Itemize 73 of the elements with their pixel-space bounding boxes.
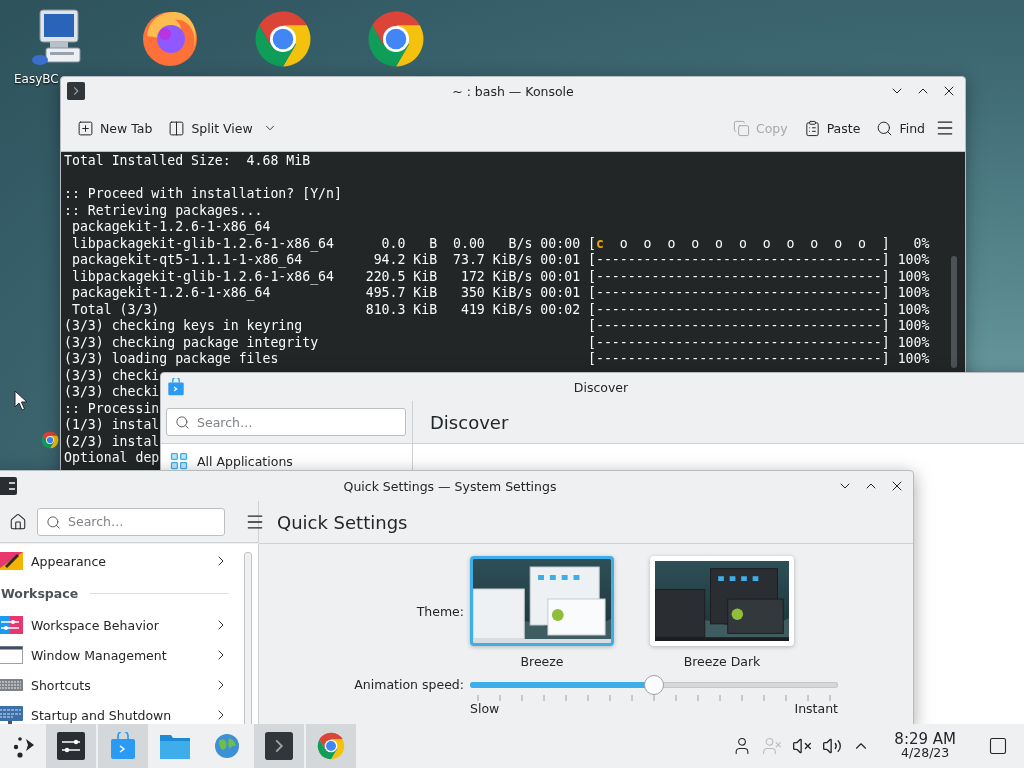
terminal-line: Total Installed Size: 4.68 MiB: [64, 153, 311, 170]
theme-name: Breeze: [520, 654, 564, 669]
terminal-line: Optional dep: [64, 450, 160, 467]
terminal-line: libpackagekit-glib-1.2.6-1-x86_64 0.0 B 0.00 B/s 00:00 [c o o o o o o o o o o o ] 0%: [70, 235, 930, 252]
monitor-icon: [0, 704, 23, 726]
slider-max-label: Instant: [794, 702, 838, 716]
search-icon: [175, 415, 190, 430]
mouse-pointer-icon: [14, 390, 30, 412]
clock-time: 8:29 AM: [894, 732, 956, 748]
theme-name: Breeze Dark: [683, 654, 761, 669]
shopping-bag-icon: [167, 378, 185, 396]
sidebar-item[interactable]: Workspace Behavior: [0, 610, 233, 640]
sliders-icon: [0, 477, 17, 495]
chrome-icon: [315, 730, 347, 762]
toolbar-button[interactable]: New Tab: [71, 115, 159, 141]
show-desktop-button[interactable]: [988, 736, 1008, 756]
terminal-line: (3/3) checki: [64, 367, 160, 384]
field-label: Animation speed:: [353, 677, 464, 692]
terminal-line: :: Retrieving packages...: [64, 202, 263, 219]
section-heading: Workspace: [1, 585, 79, 601]
terminal-line: packagekit-1.2.6-1-x86_64 495.7 KiB 350 KiB/s 00:01 [------------------------------------] 100%: [70, 285, 930, 302]
search-icon: [876, 119, 894, 137]
terminal-line: (3/3) checking package integrity [------------------------------------] 100%: [64, 334, 930, 351]
grid-icon: [169, 451, 189, 471]
clipboard-icon: [803, 119, 821, 137]
window-title: Quick Settings — System Settings: [342, 478, 558, 494]
clock-date: 4/28/23: [901, 747, 950, 760]
page-heading: Quick Settings: [277, 511, 408, 533]
terminal-line: (3/3) checking keys in keyring [------------------------------------] 100%: [64, 318, 930, 335]
search-field[interactable]: Search…: [166, 408, 406, 436]
toolbar-button[interactable]: Split View: [162, 115, 259, 141]
window-title: ~ : bash — Konsole: [451, 83, 575, 99]
volume-icon[interactable]: [822, 736, 843, 756]
terminal-line: packagekit-qt5-1.1.1-1-x86_64 94.2 KiB 73.7 KiB/s 00:01 [------------------------------------] 100%: [70, 252, 930, 269]
terminal-line: (3/3) loading package files [------------------------------------] 100%: [64, 351, 930, 368]
terminal-line: libpackagekit-glib-1.2.6-1-x86_64 220.5 KiB 172 KiB/s 00:01 [------------------------------------] 100%: [70, 268, 930, 285]
terminal-line: :: Proceed with installation? [Y/n]: [64, 186, 342, 203]
shopping-bag-icon: [110, 732, 136, 760]
chrome-icon: [40, 430, 60, 450]
home-button[interactable]: [9, 512, 27, 531]
folder-icon: [160, 733, 190, 759]
sidebar-item[interactable]: Window Management: [0, 640, 233, 670]
terminal-line: (2/3) instal: [64, 433, 160, 450]
field-label: Theme:: [415, 604, 464, 619]
terminal-line: (1/3) instal: [64, 417, 160, 434]
toolbar-button[interactable]: Paste: [797, 115, 867, 141]
window-title: Discover: [572, 379, 630, 395]
new-tab-icon: [77, 119, 94, 137]
page-heading: Discover: [429, 411, 509, 433]
globe-icon: [214, 733, 240, 759]
taskbar-item[interactable]: [254, 724, 304, 768]
sidebar-item[interactable]: Appearance: [0, 546, 233, 576]
terminal-line: :: Processin: [64, 400, 160, 417]
terminal-line: packagekit-1.2.6-1-x86_64: [70, 219, 271, 236]
split-view-icon: [168, 119, 186, 137]
search-field[interactable]: Search…: [37, 507, 225, 536]
slider-min-label: Slow: [470, 702, 500, 716]
toolbar-button[interactable]: Find: [870, 115, 931, 141]
terminal-icon: [67, 82, 85, 100]
terminal-line: Total (3/3) 810.3 KiB 419 KiB/s 00:02 [------------------------------------] 100%: [70, 301, 930, 318]
search-icon: [46, 514, 61, 530]
terminal-line: (3/3) checki: [64, 384, 160, 401]
taskbar-item[interactable]: [46, 724, 96, 768]
palette-icon: [0, 550, 23, 572]
nav-item[interactable]: All Applications: [161, 448, 301, 474]
sliders-icon: [57, 732, 85, 760]
mute-icon[interactable]: [792, 736, 813, 756]
terminal-icon: [265, 732, 293, 760]
slider[interactable]: [470, 675, 838, 695]
icon-label: EasyBC: [14, 72, 59, 86]
sidebar-item[interactable]: Shortcuts: [0, 670, 233, 700]
copy-icon: [732, 119, 750, 137]
slider-handle[interactable]: [644, 675, 664, 695]
